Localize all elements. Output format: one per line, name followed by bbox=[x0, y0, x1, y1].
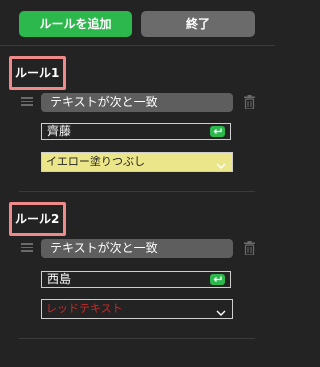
add-rule-button[interactable]: ルールを追加 bbox=[19, 11, 132, 37]
chevron-down-icon bbox=[216, 158, 226, 169]
trash-icon[interactable] bbox=[244, 94, 255, 110]
rule-2-style-select[interactable]: レッドテキスト bbox=[41, 299, 233, 319]
rule-2-condition-select[interactable]: テキストが次と一致 bbox=[41, 239, 233, 258]
rule-1-style-label: イエロー塗りつぶし bbox=[46, 155, 145, 168]
drag-handle-icon[interactable] bbox=[21, 97, 33, 106]
rule-1-style-select[interactable]: イエロー塗りつぶし bbox=[41, 152, 233, 172]
enter-return-icon[interactable] bbox=[210, 274, 225, 285]
drag-handle-icon[interactable] bbox=[21, 243, 33, 252]
rule-2-title: ルール2 bbox=[9, 202, 66, 236]
rule-2-value-field[interactable]: 西島 bbox=[41, 271, 231, 288]
chevron-down-icon bbox=[216, 305, 226, 316]
rule-divider bbox=[19, 338, 255, 339]
rule-1-value-text: 齊藤 bbox=[47, 124, 72, 138]
rule-1-title: ルール1 bbox=[9, 56, 66, 90]
rule-1-value-field[interactable]: 齊藤 bbox=[41, 123, 231, 140]
rule-2-style-label: レッドテキスト bbox=[46, 302, 123, 315]
end-button[interactable]: 終了 bbox=[141, 11, 255, 37]
rule-divider bbox=[19, 191, 255, 192]
rule-2-value-text: 西島 bbox=[47, 272, 72, 286]
trash-icon[interactable] bbox=[244, 240, 255, 256]
enter-return-icon[interactable] bbox=[210, 126, 225, 137]
toolbar-divider bbox=[0, 45, 275, 46]
rule-1-condition-select[interactable]: テキストが次と一致 bbox=[41, 93, 233, 112]
conditional-format-panel: ルールを追加 終了 ルール1 テキストが次と一致 齊藤 イエロー塗りつぶし ルー… bbox=[0, 0, 275, 367]
toolbar: ルールを追加 終了 bbox=[0, 0, 275, 44]
